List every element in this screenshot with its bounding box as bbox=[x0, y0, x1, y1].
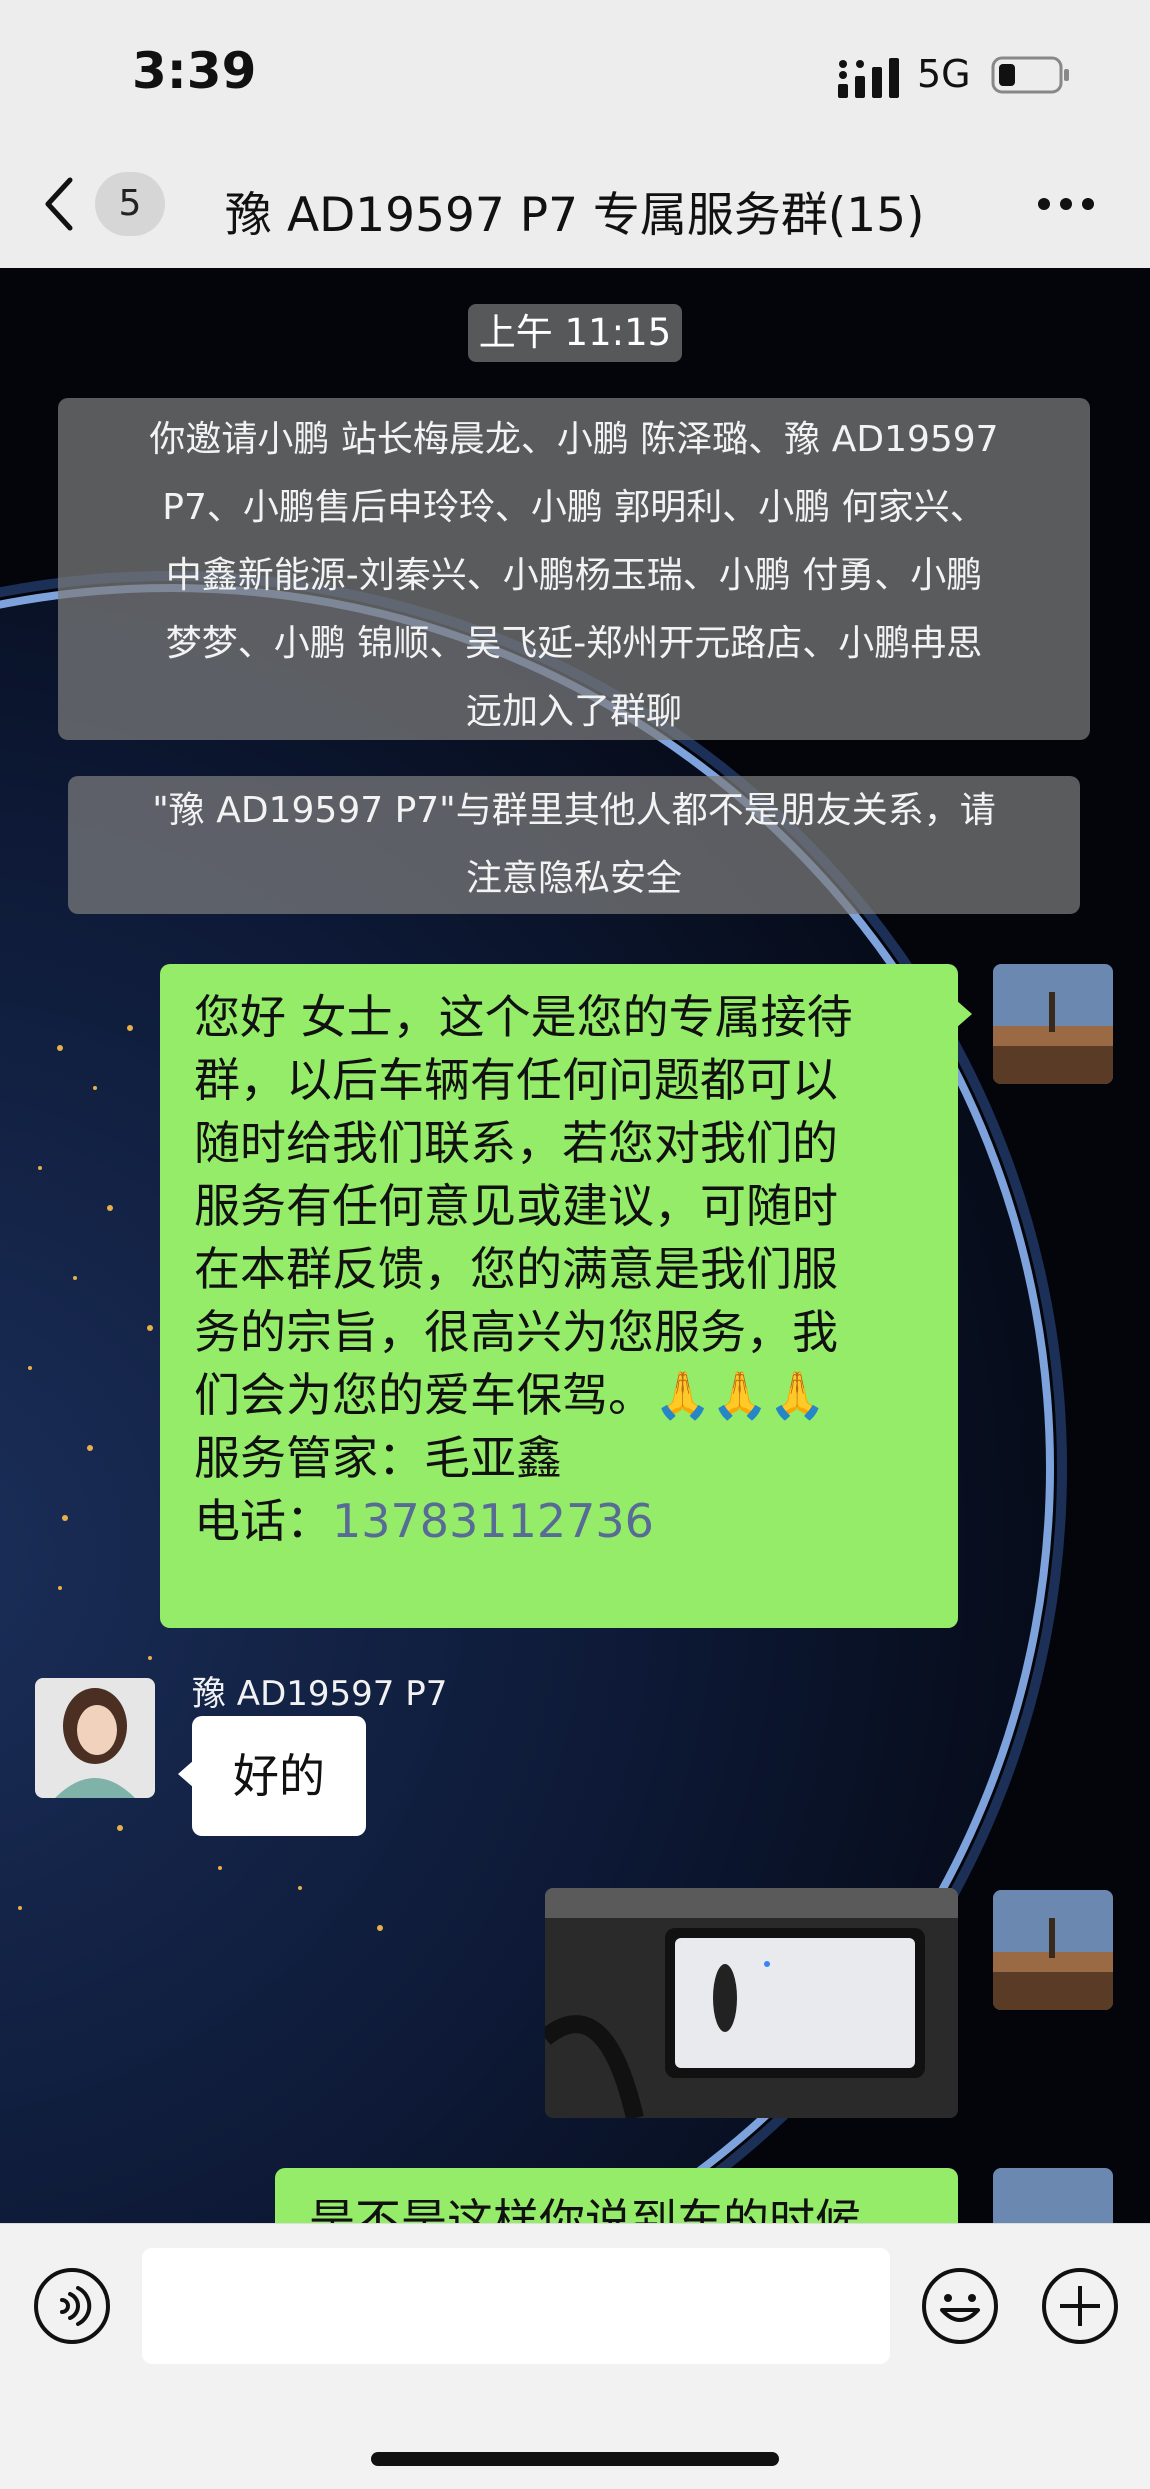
unread-count-badge[interactable]: 5 bbox=[95, 172, 165, 236]
message-input[interactable] bbox=[142, 2248, 890, 2364]
plus-icon[interactable] bbox=[1040, 2266, 1120, 2346]
my-avatar[interactable] bbox=[993, 2168, 1113, 2223]
reply-text: 好的 bbox=[233, 1749, 325, 1803]
message-line: 服务有任何意见或建议，可随时 bbox=[194, 1179, 838, 1233]
system-privacy-line: "豫 AD19597 P7"与群里其他人都不是朋友关系，请 bbox=[152, 790, 996, 831]
system-invite-line: P7、小鹏售后申玲玲、小鹏 郭明利、小鹏 何家兴、 bbox=[162, 487, 986, 528]
message-line: 们会为您的爱车保驾。🙏🙏🙏 bbox=[194, 1368, 826, 1422]
system-invite-message: 你邀请小鹏 站长梅晨龙、小鹏 陈泽璐、豫 AD19597 P7、小鹏售后申玲玲、… bbox=[58, 398, 1090, 740]
system-invite-line: 中鑫新能源-刘秦兴、小鹏杨玉瑞、小鹏 付勇、小鹏 bbox=[165, 555, 983, 596]
system-privacy-message: "豫 AD19597 P7"与群里其他人都不是朋友关系，请 注意隐私安全 bbox=[68, 776, 1080, 914]
signal-icon bbox=[838, 58, 899, 98]
phone-number-link[interactable]: 13783112736 bbox=[332, 1494, 654, 1548]
phone-line: 电话：13783112736 bbox=[194, 1490, 924, 1553]
network-type: 5G bbox=[917, 52, 971, 96]
message-line: 务的宗旨，很高兴为您服务，我 bbox=[194, 1305, 838, 1359]
bubble-tail bbox=[956, 1000, 972, 1028]
status-time: 3:39 bbox=[132, 42, 257, 100]
system-invite-line: 远加入了群聊 bbox=[465, 691, 682, 732]
chat-area[interactable]: 上午 11:15 你邀请小鹏 站长梅晨龙、小鹏 陈泽璐、豫 AD19597 P7… bbox=[0, 268, 1150, 2223]
bubble-tail bbox=[178, 1760, 194, 1788]
message-line: 随时给我们联系，若您对我们的 bbox=[194, 1116, 838, 1170]
battery-icon bbox=[991, 56, 1069, 94]
system-privacy-line: 注意隐私安全 bbox=[465, 858, 682, 899]
home-indicator[interactable] bbox=[371, 2452, 779, 2466]
partial-message-bubble[interactable]: 是不是这样你说到车的时候 bbox=[275, 2168, 958, 2223]
back-chevron-icon[interactable] bbox=[40, 172, 80, 236]
voice-input-icon[interactable] bbox=[32, 2266, 112, 2346]
my-avatar[interactable] bbox=[993, 964, 1113, 1084]
message-line: 在本群反馈，您的满意是我们服 bbox=[194, 1242, 838, 1296]
reply-message-bubble[interactable]: 好的 bbox=[178, 1716, 366, 1836]
chat-title: 豫 AD19597 P7 专属服务群(15) bbox=[225, 188, 925, 243]
contact-avatar[interactable] bbox=[35, 1678, 155, 1798]
message-timestamp: 上午 11:15 bbox=[468, 304, 682, 362]
system-invite-line: 梦梦、小鹏 锦顺、吴飞延-郑州开元路店、小鹏冉思 bbox=[165, 623, 983, 664]
message-line: 您好 女士，这个是您的专属接待 bbox=[194, 990, 853, 1044]
phone-label: 电话： bbox=[194, 1494, 332, 1548]
partial-message-text: 是不是这样你说到车的时候 bbox=[309, 2194, 861, 2223]
my-avatar[interactable] bbox=[993, 1890, 1113, 2010]
welcome-message-bubble[interactable]: 您好 女士，这个是您的专属接待 群，以后车辆有任何问题都可以 随时给我们联系，若… bbox=[160, 964, 972, 1628]
sender-name: 豫 AD19597 P7 bbox=[192, 1674, 448, 1714]
status-bar: 3:39 5G bbox=[0, 0, 1150, 140]
more-options-icon[interactable] bbox=[1036, 196, 1096, 212]
system-invite-line: 你邀请小鹏 站长梅晨龙、小鹏 陈泽璐、豫 AD19597 bbox=[149, 419, 999, 460]
car-screen-photo[interactable] bbox=[545, 1888, 958, 2118]
message-line: 服务管家：毛亚鑫 bbox=[194, 1431, 562, 1485]
message-line: 群，以后车辆有任何问题都可以 bbox=[194, 1053, 838, 1107]
emoji-icon[interactable] bbox=[920, 2266, 1000, 2346]
